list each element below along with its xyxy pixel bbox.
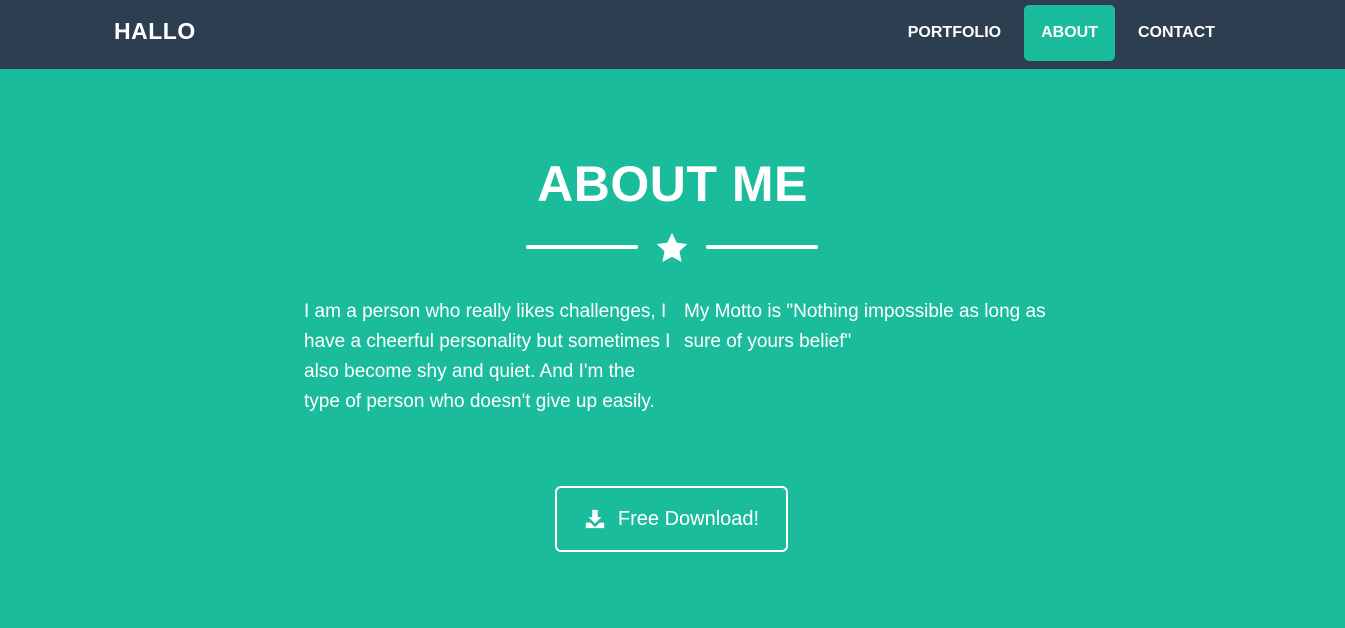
divider-line-right <box>706 245 818 249</box>
free-download-button[interactable]: Free Download! <box>555 486 788 552</box>
download-icon <box>585 509 605 529</box>
star-icon <box>656 232 688 262</box>
nav-item-contact[interactable]: CONTACT <box>1121 5 1232 61</box>
nav-menu: PORTFOLIO ABOUT CONTACT <box>885 5 1232 61</box>
about-text-right: My Motto is "Nothing impossible as long … <box>684 301 1046 352</box>
nav-item-about[interactable]: ABOUT <box>1024 5 1115 61</box>
divider-line-left <box>526 245 638 249</box>
download-button-label: Free Download! <box>617 507 760 530</box>
navbar: HALLO PORTFOLIO ABOUT CONTACT <box>0 0 1345 69</box>
nav-item-portfolio[interactable]: PORTFOLIO <box>891 5 1018 61</box>
section-title: ABOUT ME <box>537 156 808 212</box>
brand-logo[interactable]: HALLO <box>114 18 196 45</box>
about-text-left: I am a person who really likes challenge… <box>304 301 671 412</box>
